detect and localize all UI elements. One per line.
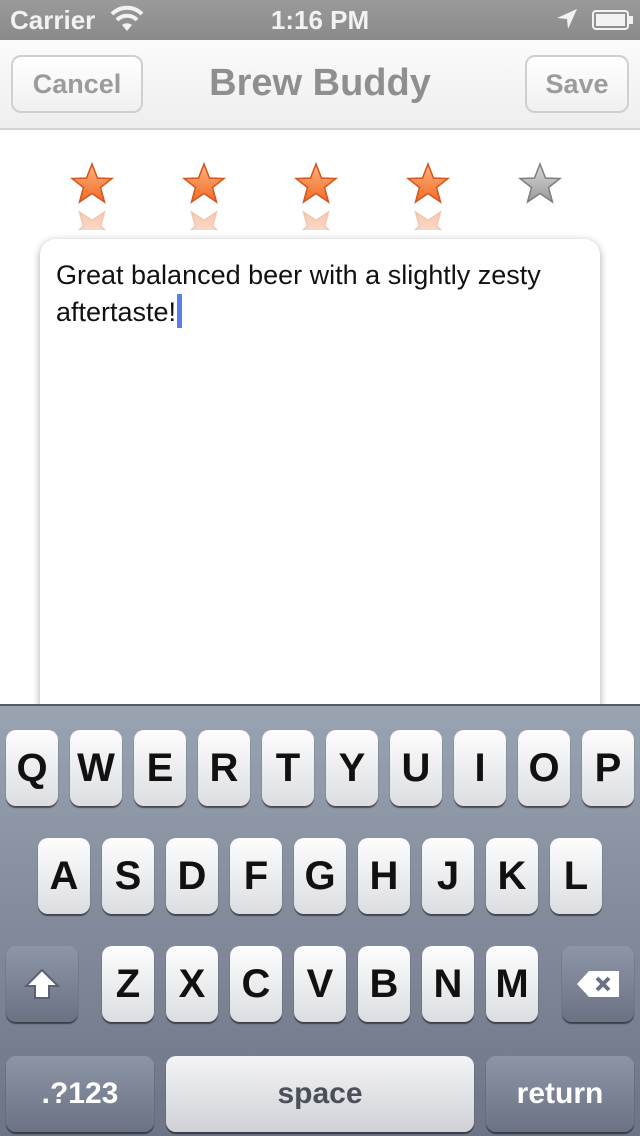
battery-icon (592, 10, 633, 30)
star-reflection (182, 208, 226, 230)
star-reflection (406, 208, 450, 230)
star-rating (0, 150, 640, 230)
tasting-note-card[interactable]: Great balanced beer with a slightly zest… (40, 239, 600, 759)
key-a[interactable]: A (38, 838, 90, 914)
key-k[interactable]: K (486, 838, 538, 914)
key-m[interactable]: M (486, 946, 538, 1022)
key-y[interactable]: Y (326, 730, 378, 806)
key-t[interactable]: T (262, 730, 314, 806)
key-u[interactable]: U (390, 730, 442, 806)
key-l[interactable]: L (550, 838, 602, 914)
tasting-note-text: Great balanced beer with a slightly zest… (56, 260, 541, 327)
key-b[interactable]: B (358, 946, 410, 1022)
star-filled-icon[interactable] (406, 162, 450, 206)
delete-key[interactable] (562, 946, 634, 1022)
key-h[interactable]: H (358, 838, 410, 914)
key-q[interactable]: Q (6, 730, 58, 806)
clock: 1:16 PM (270, 5, 370, 35)
star-filled-icon[interactable] (182, 162, 226, 206)
key-p[interactable]: P (582, 730, 634, 806)
star-reflection (294, 208, 338, 230)
location-arrow-icon (557, 9, 577, 29)
key-x[interactable]: X (166, 946, 218, 1022)
shift-icon (23, 968, 61, 999)
key-z[interactable]: Z (102, 946, 154, 1022)
star-reflection (70, 208, 114, 230)
key-w[interactable]: W (70, 730, 122, 806)
shift-key[interactable] (6, 946, 78, 1022)
keyboard: .?123 space return QWERTYUIOP ASDFGHJKL ZX… (0, 704, 640, 1136)
tasting-note-textarea[interactable]: Great balanced beer with a slightly zest… (56, 257, 584, 331)
text-caret (177, 294, 183, 328)
key-d[interactable]: D (166, 838, 218, 914)
key-j[interactable]: J (422, 838, 474, 914)
key-r[interactable]: R (198, 730, 250, 806)
star-filled-icon[interactable] (294, 162, 338, 206)
star-empty-icon[interactable] (518, 162, 562, 206)
return-key[interactable]: return (486, 1056, 634, 1132)
key-c[interactable]: C (230, 946, 282, 1022)
key-v[interactable]: V (294, 946, 346, 1022)
star-filled-icon[interactable] (70, 162, 114, 206)
key-g[interactable]: G (294, 838, 346, 914)
key-e[interactable]: E (134, 730, 186, 806)
nav-bar: Cancel Brew Buddy Save (0, 40, 640, 130)
key-f[interactable]: F (230, 838, 282, 914)
key-o[interactable]: O (518, 730, 570, 806)
key-s[interactable]: S (102, 838, 154, 914)
key-i[interactable]: I (454, 730, 506, 806)
numbers-key[interactable]: .?123 (6, 1056, 154, 1132)
status-bar: Carrier 1:16 PM (0, 0, 640, 40)
backspace-icon (577, 971, 619, 997)
save-button[interactable]: Save (525, 55, 629, 113)
space-key[interactable]: space (166, 1056, 474, 1132)
key-n[interactable]: N (422, 946, 474, 1022)
